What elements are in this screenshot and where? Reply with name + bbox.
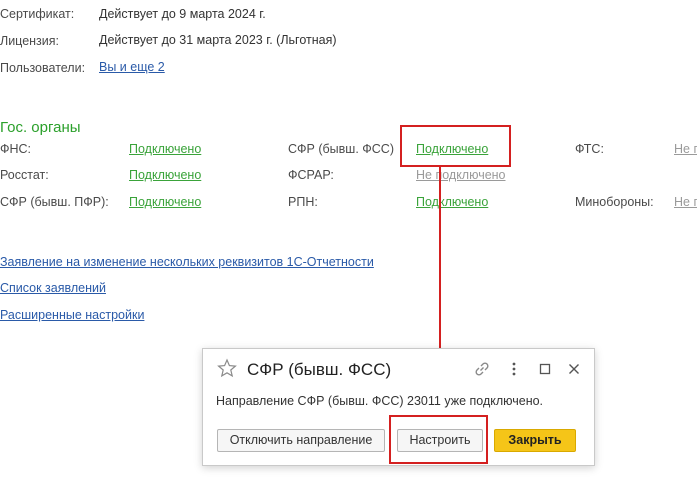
- agency-status-rpn[interactable]: Подключено: [416, 195, 488, 209]
- agency-name-minoborony: Минобороны:: [575, 195, 654, 209]
- agency-status-sfr-pfr[interactable]: Подключено: [129, 195, 201, 209]
- agency-name-sfr-pfr: СФР (бывш. ПФР):: [0, 195, 109, 209]
- close-button[interactable]: Закрыть: [494, 429, 576, 452]
- agency-status-fsrar[interactable]: Не подключено: [416, 168, 506, 182]
- agency-name-rpn: РПН:: [288, 195, 318, 209]
- users-label: Пользователи:: [0, 61, 86, 75]
- agency-status-fts[interactable]: Не п: [674, 142, 697, 156]
- agencies-title: Гос. органы: [0, 119, 81, 136]
- dialog-message: Направление СФР (бывш. ФСС) 23011 уже по…: [216, 394, 544, 408]
- license-label: Лицензия:: [0, 34, 60, 48]
- certificate-label: Сертификат:: [0, 7, 75, 21]
- link-icon[interactable]: [473, 360, 491, 381]
- disconnect-button[interactable]: Отключить направление: [217, 429, 385, 452]
- dialog-title: СФР (бывш. ФСС): [247, 360, 392, 379]
- change-requisites-link[interactable]: Заявление на изменение нескольких реквиз…: [0, 255, 374, 269]
- license-value: Действует до 31 марта 2023 г. (Льготная): [99, 33, 337, 47]
- agency-name-fts: ФТС:: [575, 142, 604, 156]
- applications-list-link[interactable]: Список заявлений: [0, 281, 106, 295]
- close-icon[interactable]: [567, 362, 581, 379]
- certificate-value: Действует до 9 марта 2024 г.: [99, 7, 266, 21]
- agency-status-minoborony[interactable]: Не п: [674, 195, 697, 209]
- agency-name-rosstat: Росстат:: [0, 168, 49, 182]
- star-icon[interactable]: [217, 358, 237, 381]
- agency-status-rosstat[interactable]: Подключено: [129, 168, 201, 182]
- highlight-box-configure-button: [389, 415, 488, 464]
- highlight-box-sfr-status: [400, 125, 511, 167]
- agency-name-fns: ФНС:: [0, 142, 32, 156]
- agency-name-sfr-fss: СФР (бывш. ФСС): [288, 142, 394, 156]
- advanced-settings-link[interactable]: Расширенные настройки: [0, 308, 144, 322]
- agency-name-fsrar: ФСРАР:: [288, 168, 334, 182]
- maximize-icon[interactable]: [538, 362, 552, 379]
- agency-status-fns[interactable]: Подключено: [129, 142, 201, 156]
- users-link[interactable]: Вы и еще 2: [99, 60, 165, 74]
- more-icon[interactable]: [508, 361, 520, 380]
